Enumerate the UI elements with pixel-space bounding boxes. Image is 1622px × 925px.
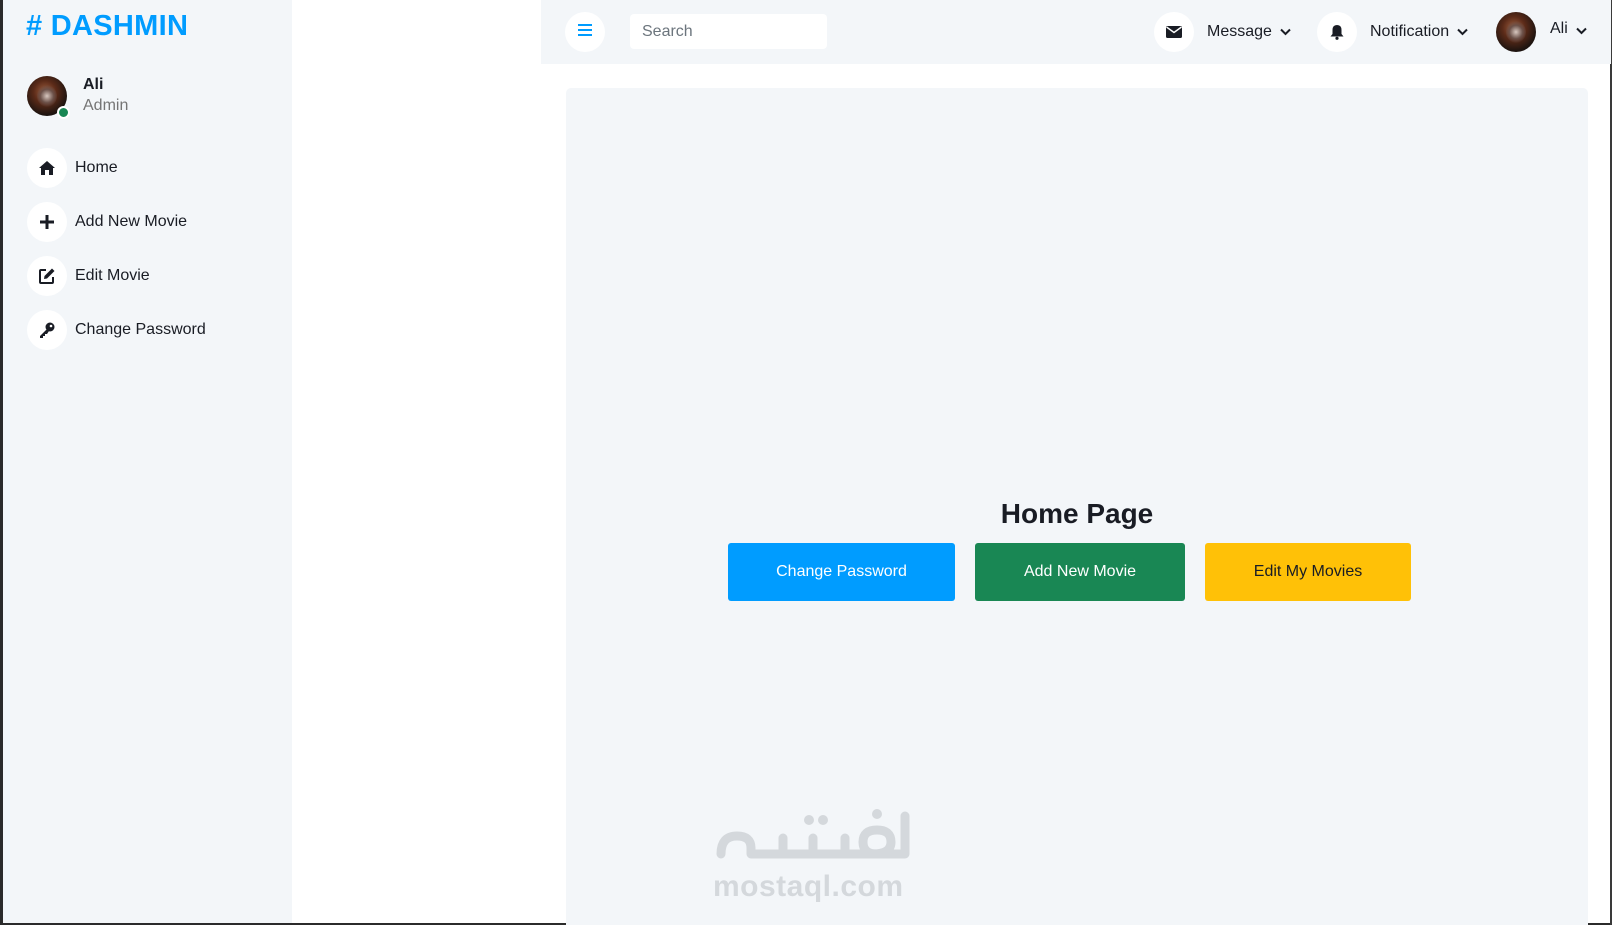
brand-logo[interactable]: # DASHMIN bbox=[26, 10, 188, 43]
main-content: Home Page Change Password Add New Movie … bbox=[566, 88, 1588, 925]
message-dropdown[interactable]: Message bbox=[1154, 12, 1291, 52]
watermark-text: mostaql.com bbox=[713, 870, 904, 903]
hashtag-icon: # bbox=[26, 10, 43, 42]
edit-icon bbox=[27, 256, 67, 296]
bell-icon bbox=[1317, 12, 1357, 52]
hamburger-icon bbox=[578, 23, 592, 41]
search-input[interactable] bbox=[630, 14, 827, 49]
notification-label: Notification bbox=[1370, 23, 1450, 40]
add-new-movie-button[interactable]: Add New Movie bbox=[975, 543, 1185, 601]
sidebar-item-label: Home bbox=[75, 159, 118, 176]
sidebar-item-edit-movie[interactable]: Edit Movie bbox=[27, 256, 287, 296]
window-gutter bbox=[1612, 0, 1622, 925]
notification-dropdown[interactable]: Notification bbox=[1317, 12, 1468, 52]
watermark-logo: mostaql.com bbox=[713, 808, 913, 908]
top-navbar: Message Notification Ali bbox=[541, 0, 1611, 64]
sidebar: # DASHMIN Ali Admin Home Add New Movie E… bbox=[3, 0, 292, 923]
edit-my-movies-button[interactable]: Edit My Movies bbox=[1205, 543, 1411, 601]
watermark-arabic-logo bbox=[716, 809, 910, 859]
sidebar-item-add-new-movie[interactable]: Add New Movie bbox=[27, 202, 287, 242]
online-status-dot bbox=[57, 106, 70, 119]
profile-role: Admin bbox=[83, 97, 129, 114]
key-icon bbox=[27, 310, 67, 350]
sidebar-nav: Home Add New Movie Edit Movie Change Pas… bbox=[27, 148, 287, 364]
profile-name: Ali bbox=[83, 76, 104, 93]
plus-icon bbox=[27, 202, 67, 242]
avatar bbox=[1496, 12, 1536, 52]
message-label: Message bbox=[1207, 23, 1272, 40]
user-dropdown[interactable]: Ali bbox=[1496, 12, 1587, 52]
brand-name: DASHMIN bbox=[50, 10, 189, 42]
sidebar-toggle-button[interactable] bbox=[565, 12, 605, 52]
sidebar-item-label: Add New Movie bbox=[75, 213, 188, 230]
user-profile: Ali Admin bbox=[27, 76, 277, 120]
home-icon bbox=[27, 148, 67, 188]
chevron-down-icon bbox=[1576, 27, 1587, 35]
user-label: Ali bbox=[1550, 20, 1568, 37]
sidebar-item-label: Change Password bbox=[75, 321, 206, 338]
sidebar-item-label: Edit Movie bbox=[75, 267, 150, 284]
chevron-down-icon bbox=[1280, 28, 1291, 36]
chevron-down-icon bbox=[1457, 28, 1468, 36]
page-title: Home Page bbox=[1000, 498, 1154, 529]
change-password-button[interactable]: Change Password bbox=[728, 543, 955, 601]
sidebar-item-home[interactable]: Home bbox=[27, 148, 287, 188]
sidebar-item-change-password[interactable]: Change Password bbox=[27, 310, 287, 350]
envelope-icon bbox=[1154, 12, 1194, 52]
